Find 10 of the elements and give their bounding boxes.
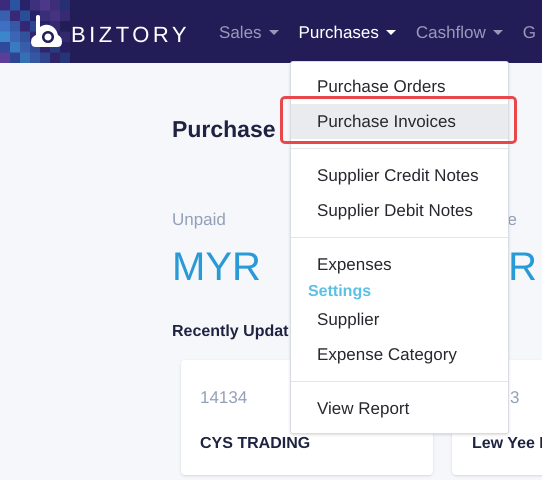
record-name: CYS TRADING	[200, 434, 310, 454]
summary-amount: MYR	[172, 246, 261, 286]
menu-section-heading: Settings	[307, 282, 372, 302]
page-title: Purchase	[172, 118, 276, 141]
section-heading: Recently Updat	[172, 322, 288, 342]
record-number: 14134	[200, 386, 248, 408]
summary-label: Unpaid	[172, 209, 226, 231]
brand-name: BIZTORY	[71, 21, 190, 49]
record-number: 3	[510, 386, 520, 408]
summary-amount: R	[508, 246, 537, 286]
